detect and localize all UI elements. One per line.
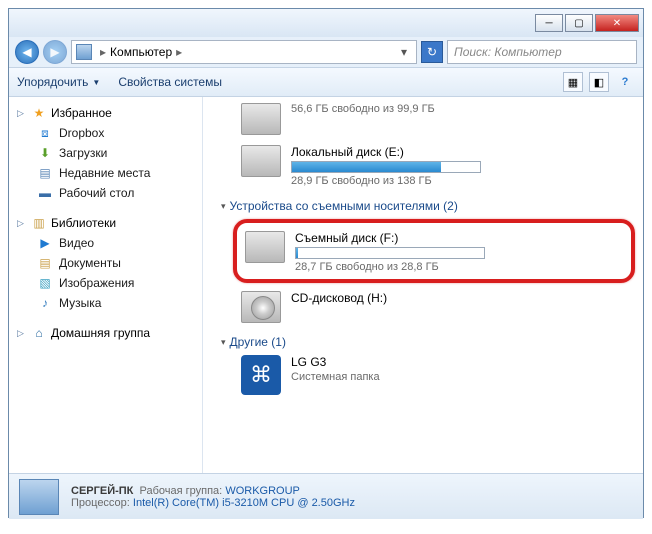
highlighted-drive: Съемный диск (F:) 28,7 ГБ свободно из 28… [233, 219, 635, 283]
explorer-window: ─ ▢ ✕ ◀ ▶ ▸ Компьютер ▸ ▾ ↻ Поиск: Компь… [8, 8, 644, 518]
sidebar-libraries[interactable]: ▷ ▥ Библиотеки [9, 213, 202, 233]
preview-pane-icon[interactable]: ◧ [589, 72, 609, 92]
pc-name: СЕРГЕЙ-ПК [71, 485, 133, 497]
hdd-icon [241, 103, 281, 135]
sidebar-item-downloads[interactable]: ⬇Загрузки [9, 143, 202, 163]
image-icon: ▧ [37, 275, 53, 291]
drive-f[interactable]: Съемный диск (F:) 28,7 ГБ свободно из 28… [245, 229, 623, 273]
music-icon: ♪ [37, 295, 53, 311]
content-pane: 56,6 ГБ свободно из 99,9 ГБ Локальный ди… [203, 97, 643, 473]
system-properties-button[interactable]: Свойства системы [118, 75, 222, 89]
recent-icon: ▤ [37, 165, 53, 181]
chevron-down-icon[interactable]: ▾ [396, 45, 412, 59]
computer-icon [19, 479, 59, 515]
usage-bar [295, 247, 485, 259]
sidebar-favorites[interactable]: ▷ ★ Избранное [9, 103, 202, 123]
sidebar-item-recent[interactable]: ▤Недавние места [9, 163, 202, 183]
refresh-button[interactable]: ↻ [421, 41, 443, 63]
drive-name: Локальный диск (E:) [291, 145, 635, 159]
back-button[interactable]: ◀ [15, 40, 39, 64]
search-placeholder: Поиск: Компьютер [454, 45, 562, 59]
cpu-value: Intel(R) Core(TM) i5-3210M CPU @ 2.50GHz [133, 497, 355, 509]
minimize-button[interactable]: ─ [535, 14, 563, 32]
drive-name: CD-дисковод (H:) [291, 291, 635, 305]
chevron-down-icon: ▷ [17, 328, 27, 339]
sidebar-item-images[interactable]: ▧Изображения [9, 273, 202, 293]
hdd-icon [241, 145, 281, 177]
chevron-down-icon: ▷ [17, 108, 27, 119]
removable-drive-icon [245, 231, 285, 263]
chevron-down-icon: ▾ [221, 201, 226, 212]
section-other[interactable]: ▾ Другие (1) [211, 331, 635, 353]
statusbar: СЕРГЕЙ-ПК Рабочая группа: WORKGROUP Проц… [9, 473, 643, 519]
toolbar: Упорядочить ▼ Свойства системы ▦ ◧ ? [9, 67, 643, 97]
computer-icon [76, 44, 92, 60]
drive-c[interactable]: 56,6 ГБ свободно из 99,9 ГБ [211, 101, 635, 143]
library-icon: ▥ [31, 215, 47, 231]
chevron-right-icon[interactable]: ▸ [176, 45, 182, 59]
chevron-down-icon: ▼ [92, 78, 100, 87]
sidebar-item-dropbox[interactable]: ⧈Dropbox [9, 123, 202, 143]
forward-button[interactable]: ▶ [43, 40, 67, 64]
search-input[interactable]: Поиск: Компьютер [447, 40, 637, 64]
chevron-down-icon: ▷ [17, 218, 27, 229]
drive-free-text: 28,9 ГБ свободно из 138 ГБ [291, 175, 635, 187]
cd-drive-icon [241, 291, 281, 323]
sidebar-homegroup[interactable]: ▷ ⌂ Домашняя группа [9, 323, 202, 343]
video-icon: ▶ [37, 235, 53, 251]
chevron-right-icon: ▸ [100, 45, 106, 59]
view-tiles-icon[interactable]: ▦ [563, 72, 583, 92]
titlebar: ─ ▢ ✕ [9, 9, 643, 37]
workgroup-value: WORKGROUP [225, 485, 300, 497]
download-icon: ⬇ [37, 145, 53, 161]
sidebar-item-music[interactable]: ♪Музыка [9, 293, 202, 313]
chevron-down-icon: ▾ [221, 337, 226, 348]
breadcrumb[interactable]: ▸ Компьютер ▸ ▾ [71, 40, 417, 64]
organize-menu[interactable]: Упорядочить ▼ [17, 75, 100, 89]
drive-cd[interactable]: CD-дисковод (H:) [211, 289, 635, 331]
drive-free-text: 56,6 ГБ свободно из 99,9 ГБ [291, 103, 635, 115]
device-bluetooth[interactable]: ⌘ LG G3 Системная папка [211, 353, 635, 403]
help-icon[interactable]: ? [615, 72, 635, 92]
breadcrumb-location[interactable]: Компьютер [110, 45, 172, 59]
document-icon: ▤ [37, 255, 53, 271]
dropbox-icon: ⧈ [37, 125, 53, 141]
homegroup-icon: ⌂ [31, 325, 47, 341]
drive-name: Съемный диск (F:) [295, 231, 623, 245]
usage-bar [291, 161, 481, 173]
section-removable[interactable]: ▾ Устройства со съемными носителями (2) [211, 195, 635, 217]
desktop-icon: ▬ [37, 185, 53, 201]
bluetooth-icon: ⌘ [241, 355, 281, 395]
maximize-button[interactable]: ▢ [565, 14, 593, 32]
close-button[interactable]: ✕ [595, 14, 639, 32]
sidebar-item-video[interactable]: ▶Видео [9, 233, 202, 253]
device-subtitle: Системная папка [291, 371, 635, 383]
drive-free-text: 28,7 ГБ свободно из 28,8 ГБ [295, 261, 623, 273]
star-icon: ★ [31, 105, 47, 121]
navbar: ◀ ▶ ▸ Компьютер ▸ ▾ ↻ Поиск: Компьютер [9, 37, 643, 67]
drive-e[interactable]: Локальный диск (E:) 28,9 ГБ свободно из … [211, 143, 635, 195]
device-name: LG G3 [291, 355, 635, 369]
sidebar-item-desktop[interactable]: ▬Рабочий стол [9, 183, 202, 203]
sidebar-item-documents[interactable]: ▤Документы [9, 253, 202, 273]
sidebar: ▷ ★ Избранное ⧈Dropbox ⬇Загрузки ▤Недавн… [9, 97, 203, 473]
